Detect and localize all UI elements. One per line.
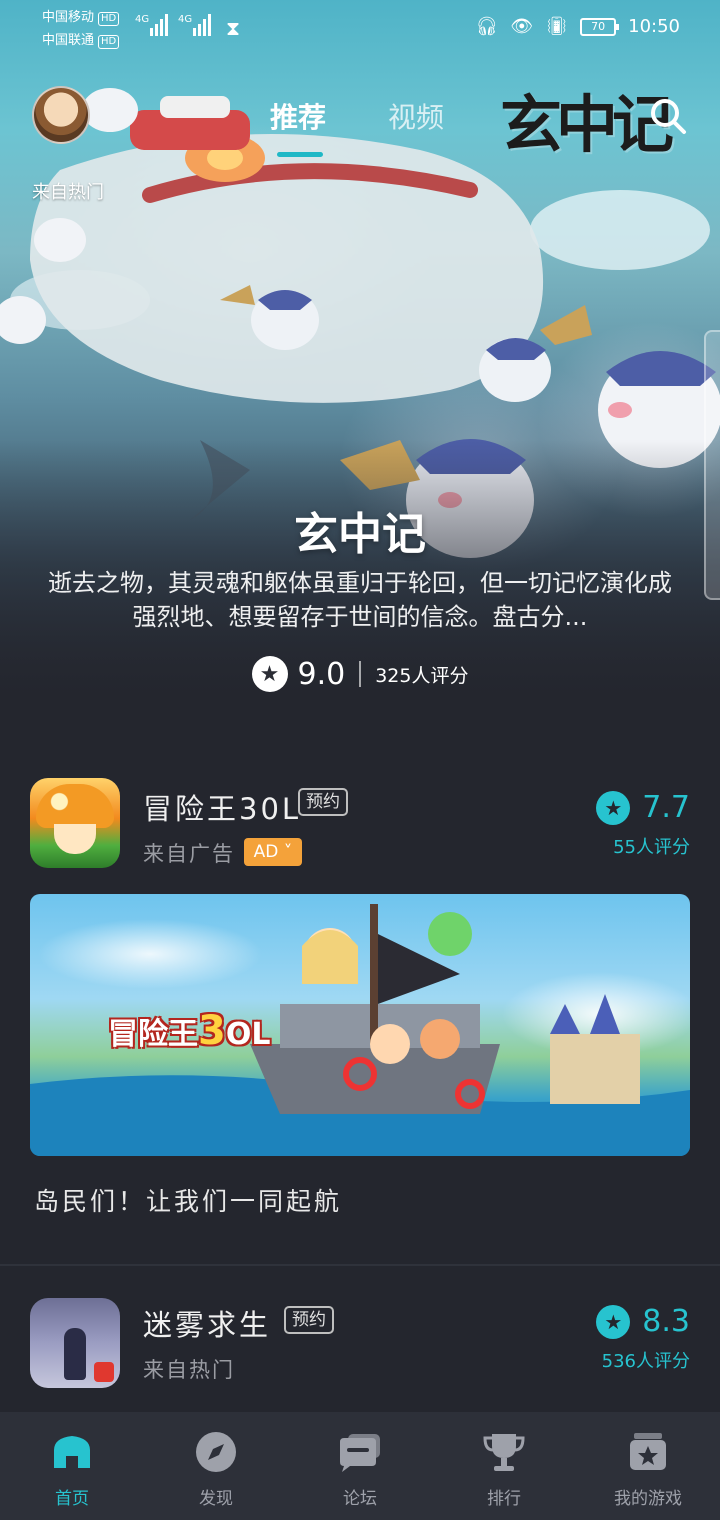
app-rating: ★ 8.3 536人评分 bbox=[596, 1304, 690, 1373]
tab-recommend[interactable]: 推荐 bbox=[270, 96, 326, 136]
my-games-icon bbox=[630, 1433, 666, 1470]
chevron-down-icon: ˅ bbox=[278, 842, 293, 862]
app-name: 冒险王30L bbox=[143, 792, 302, 826]
battery-icon: 70 bbox=[580, 17, 620, 36]
nav-label: 首页 bbox=[55, 1489, 89, 1509]
app-icon-maple[interactable] bbox=[30, 778, 120, 868]
ad-badge[interactable]: AD ˅ bbox=[244, 838, 302, 866]
star-icon: ★ bbox=[596, 1304, 631, 1339]
status-bar: 中国移动 HD 中国联通 HD 4G 4G ⧗ 🎧︎ 👁︎ 📳︎ 70 10:50 bbox=[0, 0, 720, 60]
hero-title: 玄中记 bbox=[294, 509, 426, 560]
nav-my-games[interactable]: 我的游戏 bbox=[576, 1412, 720, 1520]
network-type-2: 4G bbox=[178, 14, 193, 25]
hero-rating: ★ 9.0 325人评分 bbox=[0, 656, 720, 692]
app-rating-count: 55人评分 bbox=[613, 837, 690, 858]
hero-banner[interactable]: 中国移动 HD 中国联通 HD 4G 4G ⧗ 🎧︎ 👁︎ 📳︎ 70 10:50 … bbox=[0, 0, 720, 720]
hero-rating-count: 325人评分 bbox=[375, 664, 469, 687]
compass-icon bbox=[196, 1432, 236, 1472]
app-rating-count: 536人评分 bbox=[601, 1351, 690, 1372]
star-icon: ★ bbox=[251, 656, 288, 692]
nav-label: 论坛 bbox=[343, 1489, 377, 1509]
post-caption: 岛民们！让我们一同起航 bbox=[34, 1187, 343, 1216]
headphones-icon: 🎧︎ bbox=[475, 16, 499, 37]
tab-video[interactable]: 视频 bbox=[388, 96, 444, 136]
nav-discover[interactable]: 发现 bbox=[144, 1412, 288, 1520]
clock: 10:50 bbox=[628, 16, 680, 37]
forum-icon bbox=[340, 1434, 380, 1472]
app-name: 迷雾求生 bbox=[143, 1308, 272, 1342]
nav-label: 发现 bbox=[199, 1489, 233, 1509]
reserve-tag: 预约 bbox=[298, 788, 348, 816]
carrier-2: 中国联通 HD bbox=[42, 33, 120, 49]
network-type-1: 4G bbox=[135, 14, 150, 25]
trophy-icon bbox=[483, 1434, 525, 1471]
hourglass-icon: ⧗ bbox=[226, 16, 241, 40]
top-tabs: 推荐 视频 bbox=[270, 96, 444, 136]
source-label: 来自广告 bbox=[143, 842, 235, 866]
active-tab-indicator bbox=[277, 152, 323, 157]
battery-level: 70 bbox=[591, 19, 606, 33]
nav-label: 我的游戏 bbox=[614, 1489, 682, 1509]
hero-description: 逝去之物，其灵魂和躯体虽重归于轮回，但一切记忆演化成强烈地、想要留存于世间的信念… bbox=[48, 569, 672, 631]
source-label: 来自热门 bbox=[143, 1358, 235, 1382]
app-icon-fog[interactable] bbox=[30, 1298, 120, 1388]
signal-icon bbox=[150, 14, 170, 40]
search-icon[interactable] bbox=[648, 96, 688, 136]
star-icon: ★ bbox=[596, 790, 631, 825]
bottom-navigation: 首页 发现 论坛 排行 我的游戏 bbox=[0, 1412, 720, 1520]
carrier-1: 中国移动 HD bbox=[42, 10, 120, 26]
signal-icon bbox=[193, 14, 213, 40]
nav-home[interactable]: 首页 bbox=[0, 1412, 144, 1520]
rating-separator bbox=[359, 661, 362, 687]
reserve-tag: 预约 bbox=[284, 1306, 334, 1334]
nav-forum[interactable]: 论坛 bbox=[288, 1412, 432, 1520]
app-score: 8.3 bbox=[642, 1304, 690, 1339]
app-score: 7.7 bbox=[642, 790, 690, 825]
app-rating: ★ 7.7 55人评分 bbox=[596, 790, 690, 859]
avatar[interactable] bbox=[32, 86, 90, 144]
banner-game-logo: 冒险王3OL bbox=[108, 1008, 271, 1054]
eye-icon: 👁︎ bbox=[510, 16, 534, 37]
nav-label: 排行 bbox=[487, 1489, 521, 1509]
feed-divider bbox=[0, 1264, 720, 1266]
promo-banner-image[interactable]: 冒险王3OL bbox=[30, 894, 690, 1156]
vibrate-icon: 📳︎ bbox=[545, 16, 569, 37]
avatar-source-tag: 来自热门 bbox=[32, 182, 104, 203]
home-icon bbox=[54, 1436, 90, 1468]
hero-score: 9.0 bbox=[297, 656, 346, 692]
nav-ranking[interactable]: 排行 bbox=[432, 1412, 576, 1520]
game-logo: 玄中记 bbox=[500, 88, 674, 161]
